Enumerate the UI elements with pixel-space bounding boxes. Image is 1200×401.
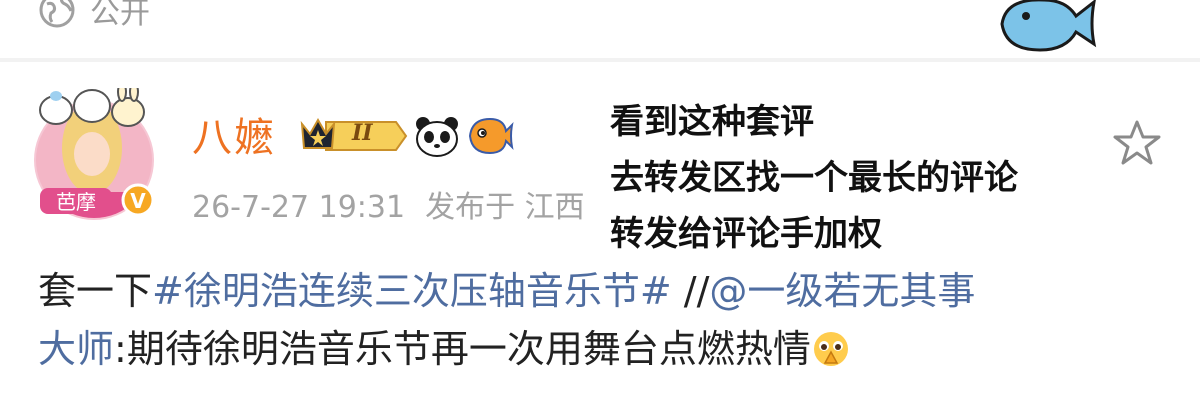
privacy-label: 公开	[90, 0, 150, 31]
top-strip: 公开	[0, 0, 1200, 58]
panda-icon	[416, 117, 458, 157]
overlay-line-1: 看到这种套评	[610, 102, 814, 142]
post-meta: 26-7-27 19:31 发布于 江西	[192, 188, 585, 228]
privacy-indicator: 公开	[38, 0, 150, 31]
author-name[interactable]: 八嬷	[192, 108, 276, 168]
post-prefix: 套一下	[38, 269, 153, 313]
author-avatar[interactable]: 芭摩 V	[26, 82, 162, 224]
vip-level: II	[352, 120, 373, 146]
author-badges: II	[296, 114, 514, 158]
repost-marker: //	[671, 269, 710, 313]
post-content: 套一下#徐明浩连续三次压轴音乐节# //@一级若无其事 大师:期待徐明浩音乐节再…	[38, 262, 1178, 378]
pleading-emoji-icon	[813, 332, 848, 366]
hashtag-link[interactable]: #徐明浩连续三次压轴音乐节#	[152, 269, 672, 313]
pufferfish-icon	[468, 117, 514, 155]
avatar-caption: 芭摩	[56, 190, 96, 214]
post-content-line-2: 大师:期待徐明浩音乐节再一次用舞台点燃热情	[38, 320, 1178, 378]
mention-link-part-2[interactable]: 大师	[38, 327, 114, 371]
quote-text: :期待徐明浩音乐节再一次用舞台点燃热情	[114, 327, 811, 371]
section-divider	[0, 58, 1200, 62]
mention-link-part-1[interactable]: @一级若无其事	[709, 269, 975, 313]
globe-icon	[39, 0, 75, 28]
star-icon[interactable]	[1110, 118, 1164, 168]
post-content-line-1: 套一下#徐明浩连续三次压轴音乐节# //@一级若无其事	[38, 262, 1178, 320]
verified-badge: V	[130, 189, 146, 213]
overlay-line-2: 去转发区找一个最长的评论	[610, 158, 1018, 198]
fish-sticker-icon	[1000, 0, 1097, 52]
overlay-annotation: 看到这种套评 去转发区找一个最长的评论 转发给评论手加权	[610, 94, 1018, 262]
post-timestamp: 26-7-27 19:31	[192, 190, 406, 225]
vip-badge[interactable]: II	[296, 114, 408, 158]
overlay-line-3: 转发给评论手加权	[610, 214, 882, 254]
post-location: 发布于 江西	[425, 190, 585, 225]
